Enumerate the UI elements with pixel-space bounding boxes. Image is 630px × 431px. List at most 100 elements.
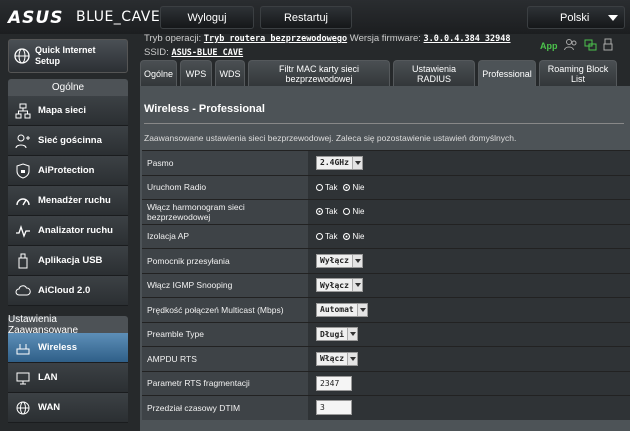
setting-label: Prędkość połączeń Multicast (Mbps) — [142, 298, 308, 322]
tab-professional[interactable]: Professional — [478, 60, 536, 86]
sidebar-item-label: Mapa sieci — [38, 105, 87, 116]
logout-button[interactable]: Wyloguj — [160, 6, 254, 29]
radio-option[interactable]: Tak — [316, 183, 337, 192]
qis-label: Quick Internet Setup — [35, 45, 96, 66]
radio-dot[interactable] — [316, 232, 323, 240]
sidebar-item-mapa-sieci[interactable]: Mapa sieci — [8, 96, 128, 126]
radio-label: Tak — [325, 207, 338, 217]
setting-label: Parametr RTS fragmentacji — [142, 371, 308, 395]
ssid-link[interactable]: ASUS-BLUE_CAVE — [171, 48, 243, 58]
sidebar-item-analizator-ruchu[interactable]: Analizator ruchu — [8, 216, 128, 246]
setting-value: Włącz — [308, 347, 630, 371]
tab-ustawienia-radius[interactable]: Ustawienia RADIUS — [393, 60, 475, 86]
chevron-down-icon — [347, 352, 358, 365]
guest-network-icon — [8, 133, 38, 149]
sidebar-item-lan[interactable]: LAN — [8, 363, 128, 393]
radio-label: Tak — [325, 231, 338, 241]
setting-label: Przedział czasowy DTIM — [142, 396, 308, 420]
radio-option[interactable]: Nie — [343, 183, 364, 192]
usb-status-icon[interactable] — [603, 38, 613, 53]
language-select[interactable]: Polski — [527, 6, 625, 29]
setting-label: Preamble Type — [142, 322, 308, 346]
app-link[interactable]: App — [540, 41, 558, 51]
setting-row: Izolacja AP Tak Nie — [142, 223, 630, 248]
select-value: 2.4GHz — [320, 158, 349, 168]
firmware-link[interactable]: 3.0.0.4.384_32948 — [424, 34, 511, 44]
radio-option[interactable]: Nie — [343, 232, 364, 241]
setting-label: Włącz harmonogram sieci bezprzewodowej — [142, 200, 308, 224]
firmware-label: Wersja firmware: — [349, 33, 421, 44]
router-model: BLUE_CAVE — [76, 9, 161, 25]
radio-dot[interactable] — [316, 208, 323, 216]
settings-table: Pasmo 2.4GHz Uruchom Radio Tak Nie Włącz harm… — [142, 150, 630, 420]
setting-value: 3 — [308, 396, 630, 420]
aiprotection-icon — [8, 162, 38, 179]
setting-value: Wyłącz — [308, 249, 630, 273]
status-info: Tryb operacji: Tryb routera bezprzewodow… — [144, 32, 511, 60]
tab-roaming-block-list[interactable]: Roaming Block List — [539, 60, 617, 86]
setting-row: Prędkość połączeń Multicast (Mbps) Automa… — [142, 297, 630, 322]
general-section-title: Ogólne — [8, 79, 128, 96]
sidebar-item-label: AiProtection — [38, 165, 95, 176]
globe-icon — [9, 47, 35, 65]
usb-icon — [8, 253, 38, 269]
sidebar-item-label: WAN — [38, 402, 61, 413]
mode-label: Tryb operacji: — [144, 33, 202, 44]
setting-value: 2.4GHz — [308, 151, 630, 175]
page-description: Zaawansowane ustawienia sieci bezprzewod… — [144, 133, 517, 143]
radio-dot[interactable] — [316, 183, 323, 191]
setting-select[interactable]: Wyłącz — [316, 253, 363, 268]
tab-wds[interactable]: WDS — [215, 60, 245, 86]
lan-icon — [8, 370, 38, 386]
wireless-icon — [8, 340, 38, 356]
network-status-icon[interactable] — [584, 39, 597, 53]
setting-text-input[interactable]: 2347 — [316, 375, 352, 391]
quick-internet-setup-button[interactable]: Quick Internet Setup — [8, 39, 128, 73]
chevron-down-icon — [608, 15, 618, 21]
sidebar-item-aicloud-2-0[interactable]: AiCloud 2.0 — [8, 276, 128, 306]
sidebar-item-wireless[interactable]: Wireless — [8, 333, 128, 363]
setting-value: Tak Nie — [308, 175, 630, 199]
radio-option[interactable]: Tak — [316, 207, 337, 216]
sidebar-item-label: Menadżer ruchu — [38, 195, 111, 206]
wan-icon — [8, 400, 38, 416]
sidebar-item-aplikacja-usb[interactable]: Aplikacja USB — [8, 246, 128, 276]
sidebar-item-wan[interactable]: WAN — [8, 393, 128, 423]
radio-option[interactable]: Nie — [343, 207, 364, 216]
radio-option[interactable]: Tak — [316, 232, 337, 241]
sidebar-item-label: Wireless — [38, 342, 77, 353]
traffic-manager-icon — [8, 193, 38, 209]
setting-select[interactable]: Włącz — [316, 351, 359, 366]
chevron-down-icon — [351, 254, 362, 267]
advanced-section-title: Ustawienia Zaawansowane — [8, 314, 128, 336]
setting-text-input[interactable]: 3 — [316, 400, 352, 416]
radio-dot[interactable] — [343, 208, 351, 216]
network-map-icon — [8, 103, 38, 119]
restart-button[interactable]: Restartuj — [260, 6, 352, 29]
setting-row: Parametr RTS fragmentacji 2347 — [142, 370, 630, 395]
radio-label: Nie — [352, 231, 365, 241]
setting-select[interactable]: Długi — [316, 327, 359, 342]
setting-select[interactable]: 2.4GHz — [316, 155, 363, 170]
tab-wps[interactable]: WPS — [180, 60, 212, 86]
setting-value: Tak Nie — [308, 224, 630, 248]
setting-select[interactable]: Automat — [316, 302, 368, 317]
settings-tabs: Ogólne WPS WDS Filtr MAC karty sieci bezprz… — [140, 60, 617, 86]
sidebar-item-aiprotection[interactable]: AiProtection — [8, 156, 128, 186]
chevron-down-icon — [351, 279, 362, 292]
settings-panel: Wireless - Professional Zaawansowane ust… — [140, 86, 630, 431]
select-value: Długi — [320, 329, 345, 339]
setting-select[interactable]: Wyłącz — [316, 278, 363, 293]
radio-dot[interactable] — [343, 232, 351, 240]
setting-row: Przedział czasowy DTIM 3 — [142, 395, 630, 420]
sidebar-item-menad-er-ruchu[interactable]: Menadżer ruchu — [8, 186, 128, 216]
setting-row: Pasmo 2.4GHz — [142, 150, 630, 175]
radio-dot[interactable] — [343, 183, 351, 191]
setting-row: Pomocnik przesyłania Wyłącz — [142, 248, 630, 273]
users-icon[interactable] — [563, 38, 578, 53]
sidebar-item-sie-go-cinna[interactable]: Sieć gościnna — [8, 126, 128, 156]
tab-filtr-mac-karty-sieci-bezprzewodowej[interactable]: Filtr MAC karty sieci bezprzewodowej — [248, 60, 390, 86]
asus-logo: ASUS — [8, 8, 64, 28]
tab-og-lne[interactable]: Ogólne — [140, 60, 177, 86]
mode-link[interactable]: Tryb routera bezprzewodowego — [204, 34, 347, 44]
